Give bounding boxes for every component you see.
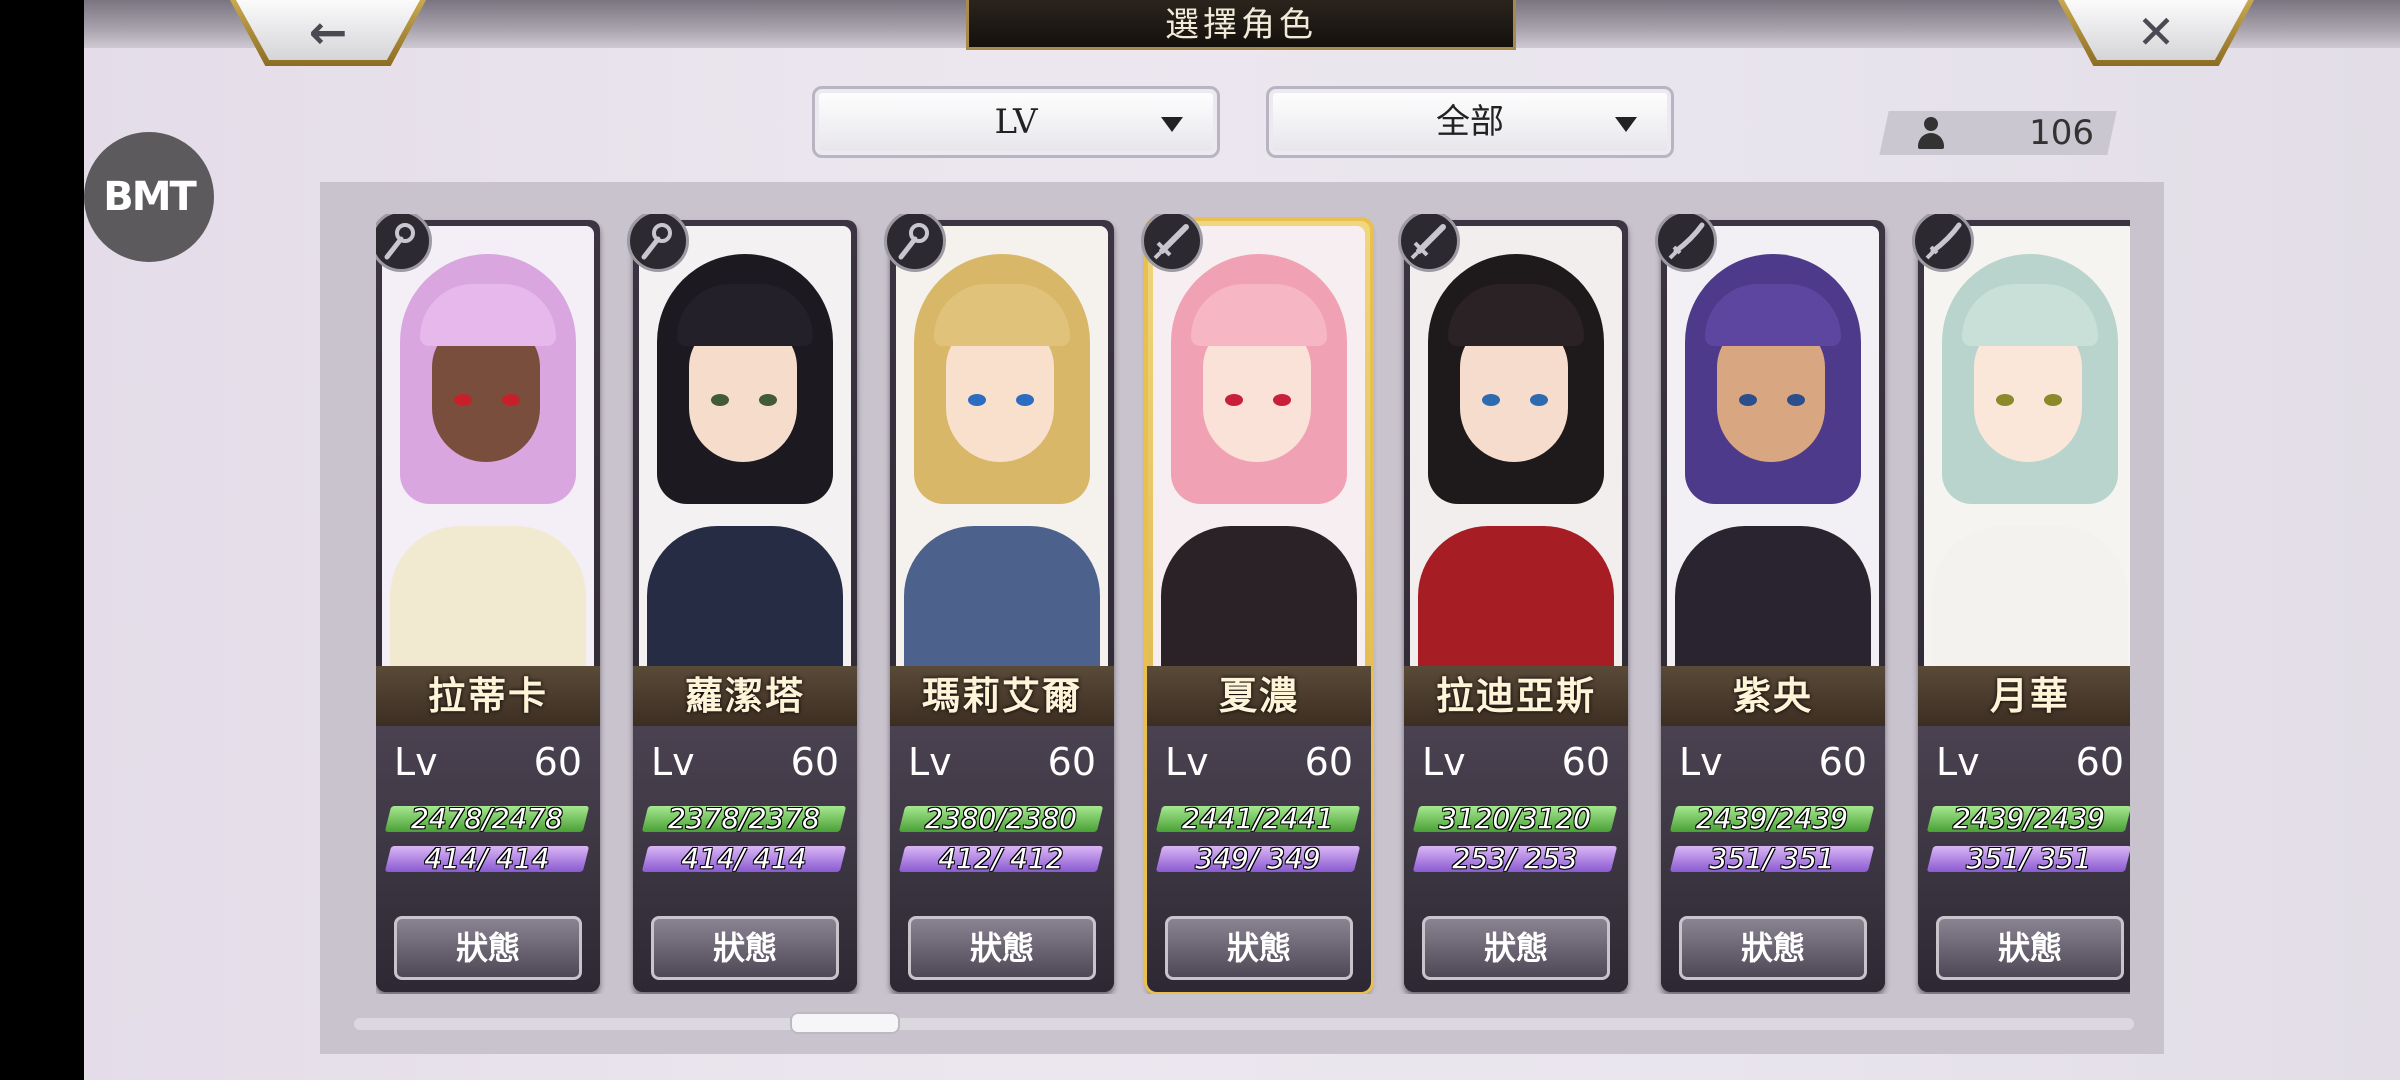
status-button[interactable]: 狀態 — [394, 916, 582, 980]
mp-text: 351/ 351 — [1966, 842, 2092, 875]
hp-text: 2439/2439 — [1953, 802, 2105, 835]
character-name: 拉蒂卡 — [376, 666, 600, 726]
level-label: Lv — [908, 740, 952, 784]
sort-dropdown[interactable]: LV — [812, 86, 1220, 158]
logo: BMT — [84, 132, 214, 262]
category-dropdown-value: 全部 — [1436, 102, 1504, 142]
level-value: 60 — [1818, 740, 1867, 784]
hp-text: 2380/2380 — [925, 802, 1077, 835]
chevron-down-icon — [1615, 117, 1637, 132]
character-card[interactable]: 月華 Lv 60 2439/2439 351/ 351 狀態 — [1912, 214, 2130, 992]
level-value: 60 — [1047, 740, 1096, 784]
character-portrait — [896, 226, 1108, 666]
character-portrait — [1667, 226, 1879, 666]
mp-text: 351/ 351 — [1709, 842, 1835, 875]
hp-text: 2439/2439 — [1696, 802, 1848, 835]
hp-text: 2441/2441 — [1182, 802, 1334, 835]
character-card[interactable]: 紫央 Lv 60 2439/2439 351/ 351 狀態 — [1655, 214, 1885, 992]
mp-text: 414/ 414 — [424, 842, 550, 875]
character-card[interactable]: 夏濃 Lv 60 2441/2441 349/ 349 狀態 — [1141, 214, 1374, 994]
game-screen: ← 選擇角色 ✕ LV 全部 106 BMT 拉蒂卡 Lv 60 2478/24… — [84, 0, 2400, 1080]
character-stats: Lv 60 2478/2478 414/ 414 狀態 — [376, 726, 600, 992]
character-portrait — [1924, 226, 2130, 666]
character-name: 拉迪亞斯 — [1404, 666, 1628, 726]
level-value: 60 — [1561, 740, 1610, 784]
character-name: 蘿潔塔 — [633, 666, 857, 726]
character-stats: Lv 60 2439/2439 351/ 351 狀態 — [1661, 726, 1885, 992]
user-icon — [1916, 117, 1946, 149]
page-title: 選擇角色 — [966, 0, 1516, 50]
character-name: 紫央 — [1661, 666, 1885, 726]
character-portrait — [382, 226, 594, 666]
level-value: 60 — [2075, 740, 2124, 784]
level-label: Lv — [1679, 740, 1723, 784]
level-label: Lv — [651, 740, 695, 784]
scrollbar-track[interactable] — [354, 1018, 2134, 1030]
level-value: 60 — [790, 740, 839, 784]
level-label: Lv — [1422, 740, 1466, 784]
character-name: 夏濃 — [1147, 666, 1371, 726]
roster-count: 106 — [2029, 113, 2094, 153]
level-value: 60 — [533, 740, 582, 784]
character-card[interactable]: 拉蒂卡 Lv 60 2478/2478 414/ 414 狀態 — [376, 214, 600, 992]
hp-text: 3120/3120 — [1439, 802, 1591, 835]
chevron-down-icon — [1161, 117, 1183, 132]
status-button[interactable]: 狀態 — [1936, 916, 2124, 980]
character-stats: Lv 60 2439/2439 351/ 351 狀態 — [1918, 726, 2130, 992]
character-card[interactable]: 拉迪亞斯 Lv 60 3120/3120 253/ 253 狀態 — [1398, 214, 1628, 992]
sort-dropdown-value: LV — [994, 102, 1038, 142]
character-card[interactable]: 蘿潔塔 Lv 60 2378/2378 414/ 414 狀態 — [627, 214, 857, 992]
character-name: 月華 — [1918, 666, 2130, 726]
status-button[interactable]: 狀態 — [651, 916, 839, 980]
status-button[interactable]: 狀態 — [1422, 916, 1610, 980]
category-dropdown[interactable]: 全部 — [1266, 86, 1674, 158]
character-card[interactable]: 瑪莉艾爾 Lv 60 2380/2380 412/ 412 狀態 — [884, 214, 1114, 992]
character-portrait — [1153, 226, 1365, 666]
status-button[interactable]: 狀態 — [1165, 916, 1353, 980]
character-list: 拉蒂卡 Lv 60 2478/2478 414/ 414 狀態 蘿潔塔 Lv 6… — [376, 214, 2130, 994]
mp-text: 253/ 253 — [1452, 842, 1578, 875]
mp-text: 412/ 412 — [938, 842, 1064, 875]
level-label: Lv — [1936, 740, 1980, 784]
character-portrait — [639, 226, 851, 666]
mp-text: 414/ 414 — [681, 842, 807, 875]
scrollbar-thumb[interactable] — [790, 1012, 900, 1034]
level-label: Lv — [394, 740, 438, 784]
character-stats: Lv 60 2380/2380 412/ 412 狀態 — [890, 726, 1114, 992]
status-button[interactable]: 狀態 — [1679, 916, 1867, 980]
hp-text: 2378/2378 — [668, 802, 820, 835]
hp-text: 2478/2478 — [411, 802, 563, 835]
character-stats: Lv 60 2378/2378 414/ 414 狀態 — [633, 726, 857, 992]
character-portrait — [1410, 226, 1622, 666]
status-button[interactable]: 狀態 — [908, 916, 1096, 980]
character-stats: Lv 60 3120/3120 253/ 253 狀態 — [1404, 726, 1628, 992]
character-name: 瑪莉艾爾 — [890, 666, 1114, 726]
character-stats: Lv 60 2441/2441 349/ 349 狀態 — [1147, 726, 1371, 992]
mp-text: 349/ 349 — [1195, 842, 1321, 875]
level-value: 60 — [1304, 740, 1353, 784]
level-label: Lv — [1165, 740, 1209, 784]
